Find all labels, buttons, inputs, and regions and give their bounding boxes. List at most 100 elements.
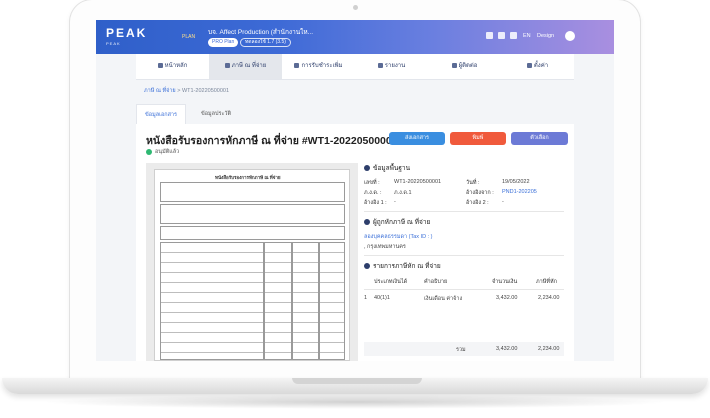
form-label: ภ.ง.ด. : <box>364 190 382 196</box>
row-description: เงินเดือน ค่าจ้าง <box>424 296 463 302</box>
peak-logo[interactable]: PEAK <box>106 26 147 40</box>
print-button[interactable]: พิมพ์ <box>450 132 506 145</box>
plan-badge[interactable]: PRO Plan <box>208 38 239 47</box>
nav-item-receive[interactable]: การรับชำระเพิ่ม <box>282 54 355 79</box>
row-income-type: 40(1)1 <box>374 295 390 301</box>
preview-line <box>161 332 344 333</box>
preview-heading: หนังสือรับรองการหักภาษี ณ ที่จ่าย <box>215 175 281 180</box>
preview-line <box>161 252 344 253</box>
basic-info-heading: ข้อมูลพื้นฐาน <box>364 163 410 173</box>
breadcrumb: ภาษี ณ ที่จ่าย > WT1-20220500001 <box>144 87 229 95</box>
col-amount: จำนวนเงิน <box>492 279 518 285</box>
receive-icon <box>294 62 300 68</box>
divider <box>364 211 564 212</box>
apps-icon[interactable] <box>498 32 505 39</box>
preview-line <box>161 322 344 323</box>
col-income-type: ประเภทเงินได้ <box>374 279 408 285</box>
preview-payee-box <box>160 204 345 224</box>
preview-line <box>161 292 344 293</box>
report-icon <box>377 62 383 68</box>
form-value: ภ.ง.ด.1 <box>394 190 412 196</box>
preview-line <box>161 342 344 343</box>
preview-line <box>161 352 344 353</box>
preview-col-divider <box>291 242 293 360</box>
col-tax: ภาษีที่หัก <box>536 279 557 285</box>
preview-col-divider <box>263 242 265 360</box>
total-row: รวม 3,432.00 2,234.00 <box>364 342 564 356</box>
gear-icon <box>526 62 532 68</box>
breadcrumb-parent[interactable]: ภาษี ณ ที่จ่าย <box>144 88 176 94</box>
main-nav: หน้าหลัก ภาษี ณ ที่จ่าย การรับชำระเพิ่ม … <box>136 54 574 80</box>
doc-no-label: เลขที่ : <box>364 180 380 186</box>
webcam <box>353 5 358 10</box>
payer-name-link[interactable]: ลองบุคคลธรรมดา (Tax ID : ) <box>364 233 433 241</box>
preview-line <box>161 282 344 283</box>
ref-link[interactable]: PND1-202205 <box>502 189 537 195</box>
top-bar: PEAK PEAK PLAN บจ. Affect Production (สำ… <box>96 20 614 54</box>
app-screen: PEAK PEAK PLAN บจ. Affect Production (สำ… <box>96 20 614 361</box>
logo-subtext: PEAK <box>106 41 121 46</box>
laptop-base <box>2 378 708 394</box>
preview-line <box>161 312 344 313</box>
laptop-frame: PEAK PEAK PLAN บจ. Affect Production (สำ… <box>70 0 640 382</box>
laptop-shadow <box>40 395 670 409</box>
table-divider <box>364 289 564 290</box>
nav-item-settings[interactable]: ตั้งค่า <box>501 54 574 79</box>
breadcrumb-current: WT1-20220500001 <box>181 88 230 94</box>
preview-col-divider <box>318 242 320 360</box>
payer-heading: ผู้ถูกหักภาษี ณ ที่จ่าย <box>364 217 430 227</box>
preview-line <box>161 262 344 263</box>
trial-badge[interactable]: ทดลองใช้ 1.7 (3.5) <box>240 38 291 47</box>
row-number: 1 <box>364 295 368 301</box>
laptop-notch <box>292 378 422 384</box>
col-description: คำอธิบาย <box>424 279 448 285</box>
tax-icon <box>224 62 230 68</box>
company-name[interactable]: บจ. Affect Production (สำนักงานให... <box>208 27 313 37</box>
tab-bar: ข้อมูลเอกสาร ข้อมูลประวัติ <box>136 104 574 126</box>
total-amount: 3,432.00 <box>496 346 518 352</box>
total-label: รวม <box>456 347 466 353</box>
ref2-value: - <box>502 199 504 205</box>
preview-payer-box <box>160 182 345 202</box>
notification-icon[interactable] <box>486 32 493 39</box>
info-icon <box>364 165 370 172</box>
payer-address: , กรุงเทพมหานคร <box>364 244 406 250</box>
date-label: วันที่ : <box>466 180 480 186</box>
page-title: หนังสือรับรองการหักภาษี ณ ที่จ่าย #WT1-2… <box>146 135 398 147</box>
home-icon <box>157 62 163 68</box>
divider <box>364 255 564 256</box>
send-button[interactable]: ส่งเอกสาร <box>389 132 445 145</box>
user-name[interactable]: Design <box>537 33 554 39</box>
row-tax: 2,234.00 <box>538 295 560 301</box>
nav-item-wht[interactable]: ภาษี ณ ที่จ่าย <box>209 54 282 79</box>
language-switch[interactable]: EN <box>523 33 531 39</box>
document-preview[interactable]: หนังสือรับรองการหักภาษี ณ ที่จ่าย <box>146 163 358 361</box>
nav-item-contact[interactable]: ผู้ติดต่อ <box>428 54 501 79</box>
ref1-label: อ้างอิง 1 : <box>364 200 387 206</box>
items-heading: รายการภาษีหัก ณ ที่จ่าย <box>364 261 441 271</box>
options-button[interactable]: ตัวเลือก <box>511 132 568 145</box>
contact-icon <box>451 62 457 68</box>
preview-line <box>161 272 344 273</box>
bookmark-icon <box>364 219 370 226</box>
total-tax: 2,234.00 <box>538 346 560 352</box>
row-amount: 3,432.00 <box>496 295 518 301</box>
breadcrumb-separator: > <box>177 88 181 94</box>
nav-item-report[interactable]: รายงาน <box>355 54 428 79</box>
help-icon[interactable] <box>510 32 517 39</box>
preview-paper: หนังสือรับรองการหักภาษี ณ ที่จ่าย <box>154 169 350 361</box>
avatar[interactable] <box>565 31 575 41</box>
tab-history[interactable]: ข้อมูลประวัติ <box>188 104 244 124</box>
preview-line <box>161 302 344 303</box>
tab-document[interactable]: ข้อมูลเอกสาร <box>136 104 186 126</box>
ref2-label: อ้างอิง 2 : <box>466 200 489 206</box>
plan-label: PLAN <box>182 34 196 40</box>
doc-no-value: WT1-20220500001 <box>394 179 442 185</box>
list-icon <box>364 263 370 270</box>
ref-label: อ้างอิงจาก : <box>466 190 494 196</box>
document-card: หนังสือรับรองการหักภาษี ณ ที่จ่าย #WT1-2… <box>136 124 574 361</box>
nav-item-home[interactable]: หน้าหลัก <box>136 54 209 79</box>
preview-form-box <box>160 226 345 240</box>
check-icon <box>146 148 152 155</box>
date-value: 19/05/2022 <box>502 179 530 185</box>
